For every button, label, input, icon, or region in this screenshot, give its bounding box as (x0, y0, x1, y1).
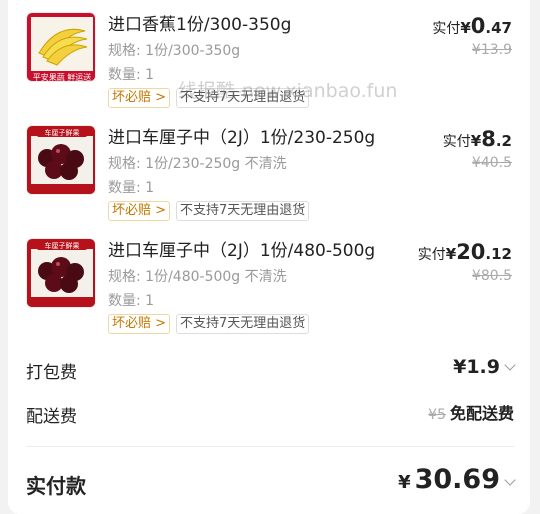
no-return-badge: 不支持7天无理由退货 (176, 201, 310, 221)
product-title[interactable]: 进口车厘子中（2J）1份/480-500g (108, 236, 375, 261)
cherries-icon: 车厘子鲜果 (27, 239, 95, 307)
original-price: ¥80.5 (471, 268, 512, 284)
list-item[interactable]: 车厘子鲜果 进口车厘子中（2J）1份/480-500g 规格: 1份/480-5… (8, 226, 530, 338)
cherries-icon: 车厘子鲜果 (27, 126, 95, 194)
original-price: ¥40.5 (471, 155, 512, 171)
product-quantity: 数量: 1 (108, 293, 155, 309)
packing-fee-label: 打包费 (26, 363, 77, 383)
price-integer: 20 (456, 240, 486, 264)
product-quantity: 数量: 1 (108, 67, 155, 83)
svg-text:车厘子鲜果: 车厘子鲜果 (45, 241, 80, 250)
delivery-fee-row: 配送费 ¥5 免配送费 (26, 398, 514, 428)
product-title[interactable]: 进口香蕉1份/300-350g (108, 10, 291, 35)
no-return-badge: 不支持7天无理由退货 (176, 314, 310, 334)
divider (26, 446, 514, 447)
currency-symbol: ¥ (460, 19, 471, 37)
total-amount[interactable]: ¥30.69 (398, 464, 516, 495)
free-delivery-text: 免配送费 (449, 404, 514, 423)
product-title[interactable]: 进口车厘子中（2J）1份/230-250g (108, 123, 375, 148)
product-thumbnail[interactable]: 车厘子鲜果 (26, 238, 96, 308)
product-thumbnail[interactable]: 平安果蔬 鲜运送 (26, 12, 96, 82)
price-integer: 8 (481, 127, 496, 151)
price-decimal: .12 (485, 245, 512, 263)
currency-symbol: ¥ (470, 132, 482, 150)
paid-price: 实付¥8.2 (443, 127, 512, 151)
price-integer: 0 (470, 14, 486, 38)
currency-symbol: ¥ (445, 245, 457, 263)
paid-label: 实付 (442, 134, 471, 150)
currency-symbol: ¥ (398, 472, 411, 493)
delivery-original-price: ¥5 (428, 407, 446, 423)
price-decimal: .47 (485, 19, 512, 37)
product-spec: 规格: 1份/230-250g 不清洗 (108, 156, 287, 172)
delivery-fee-value: ¥5 免配送费 (428, 400, 514, 424)
chevron-down-icon (504, 474, 516, 486)
banana-icon: 平安果蔬 鲜运送 (27, 13, 95, 82)
price-decimal: .2 (495, 132, 512, 150)
watermark-text: 线报酷-new.xianbao.fun (178, 80, 398, 102)
guarantee-badge[interactable]: 坏必赔 > (108, 88, 171, 108)
svg-text:车厘子鲜果: 车厘子鲜果 (45, 128, 80, 137)
product-spec: 规格: 1份/300-350g (108, 43, 241, 59)
product-spec: 规格: 1份/480-500g 不清洗 (108, 269, 287, 285)
original-price: ¥13.9 (471, 42, 512, 58)
total-label: 实付款 (26, 474, 86, 498)
guarantee-badge[interactable]: 坏必赔 > (108, 201, 171, 221)
packing-fee-row[interactable]: 打包费 ¥1.9 (26, 354, 516, 384)
total-value: 30.69 (414, 464, 500, 495)
packing-fee-value[interactable]: ¥1.9 (453, 356, 516, 378)
product-tags: 坏必赔 > 不支持7天无理由退货 (108, 314, 310, 334)
total-row[interactable]: 实付款 ¥30.69 (26, 464, 516, 504)
product-thumbnail[interactable]: 车厘子鲜果 (26, 125, 96, 195)
product-quantity: 数量: 1 (108, 180, 155, 196)
paid-price: 实付¥20.12 (418, 240, 512, 264)
svg-text:平安果蔬 鲜运送: 平安果蔬 鲜运送 (33, 72, 92, 82)
paid-price: 实付¥0.47 (432, 14, 512, 38)
paid-label: 实付 (432, 21, 461, 37)
order-card: 平安果蔬 鲜运送 进口香蕉1份/300-350g 规格: 1份/300-350g… (8, 0, 530, 514)
delivery-fee-label: 配送费 (26, 407, 77, 427)
list-item[interactable]: 车厘子鲜果 进口车厘子中（2J）1份/230-250g 规格: 1份/230-2… (8, 113, 530, 225)
paid-label: 实付 (417, 247, 446, 263)
guarantee-badge[interactable]: 坏必赔 > (108, 314, 171, 334)
chevron-down-icon (504, 359, 516, 371)
product-tags: 坏必赔 > 不支持7天无理由退货 (108, 201, 310, 221)
